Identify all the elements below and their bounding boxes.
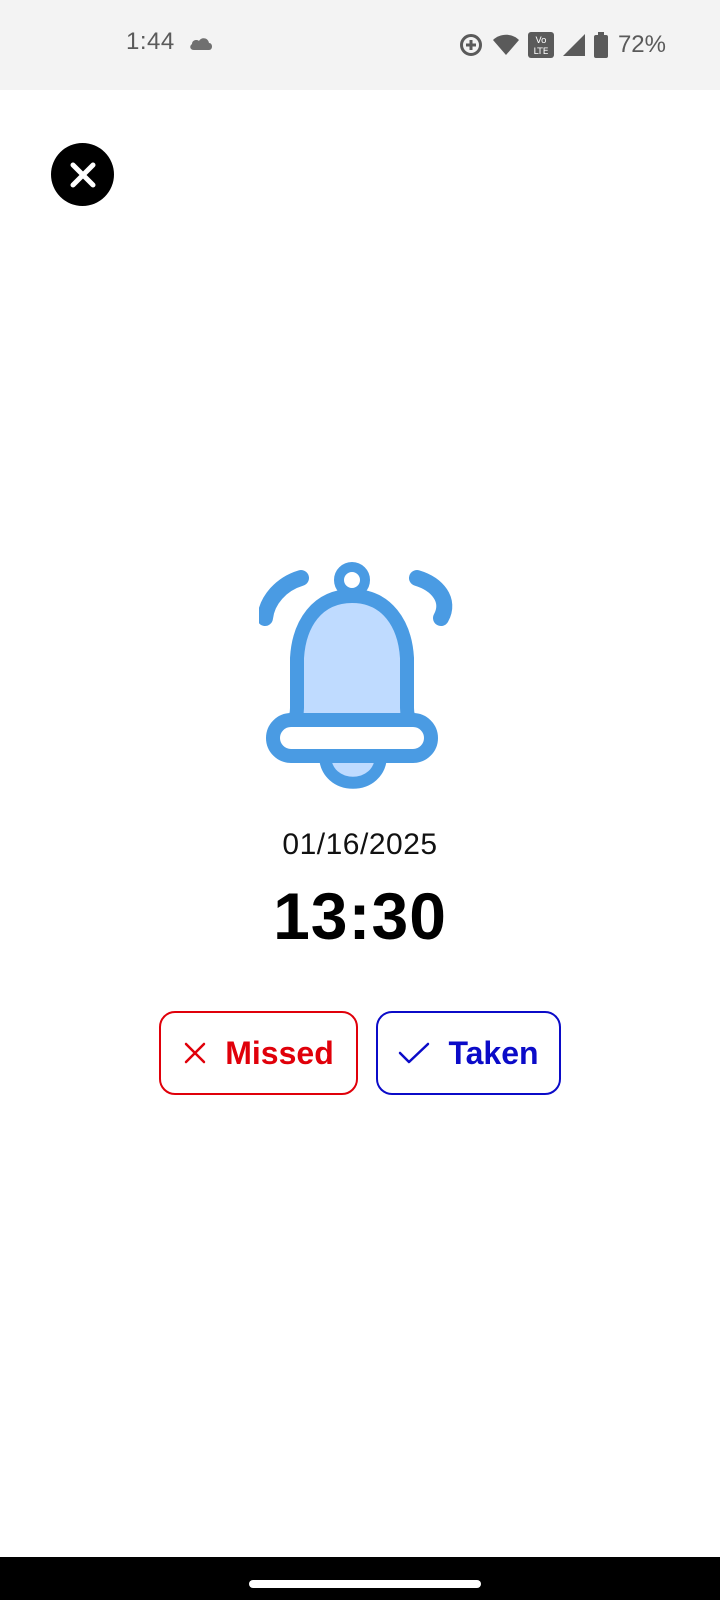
status-icons: Vo LTE 72% bbox=[458, 28, 666, 62]
volte-icon: Vo LTE bbox=[527, 32, 554, 58]
x-icon bbox=[185, 1042, 206, 1064]
status-time: 1:44 bbox=[126, 28, 175, 55]
signal-icon bbox=[562, 34, 585, 56]
wifi-icon bbox=[492, 34, 519, 55]
missed-label: Missed bbox=[225, 1034, 334, 1071]
navigation-bar bbox=[0, 1557, 720, 1600]
taken-label: Taken bbox=[448, 1034, 539, 1071]
svg-text:LTE: LTE bbox=[533, 47, 548, 57]
svg-text:Vo: Vo bbox=[535, 36, 546, 46]
home-indicator[interactable] bbox=[249, 1580, 481, 1588]
missed-button[interactable]: Missed bbox=[159, 1011, 358, 1095]
close-icon bbox=[70, 162, 95, 187]
battery-percent: 72% bbox=[617, 31, 666, 58]
checkmark-icon bbox=[399, 1042, 430, 1064]
reminder-time: 13:30 bbox=[273, 879, 447, 953]
status-bar: 1:44 Vo LTE 72% bbox=[0, 0, 720, 90]
medication-reminder-screen: 1:44 Vo LTE 72% 01/16/2025 13:30 Missed … bbox=[0, 0, 720, 1600]
data-saver-icon bbox=[459, 34, 482, 56]
bell-icon bbox=[259, 562, 453, 789]
reminder-date: 01/16/2025 bbox=[282, 828, 438, 861]
close-button[interactable] bbox=[51, 143, 114, 206]
battery-icon bbox=[593, 32, 608, 58]
cloud-icon bbox=[190, 38, 212, 50]
taken-button[interactable]: Taken bbox=[376, 1011, 561, 1095]
